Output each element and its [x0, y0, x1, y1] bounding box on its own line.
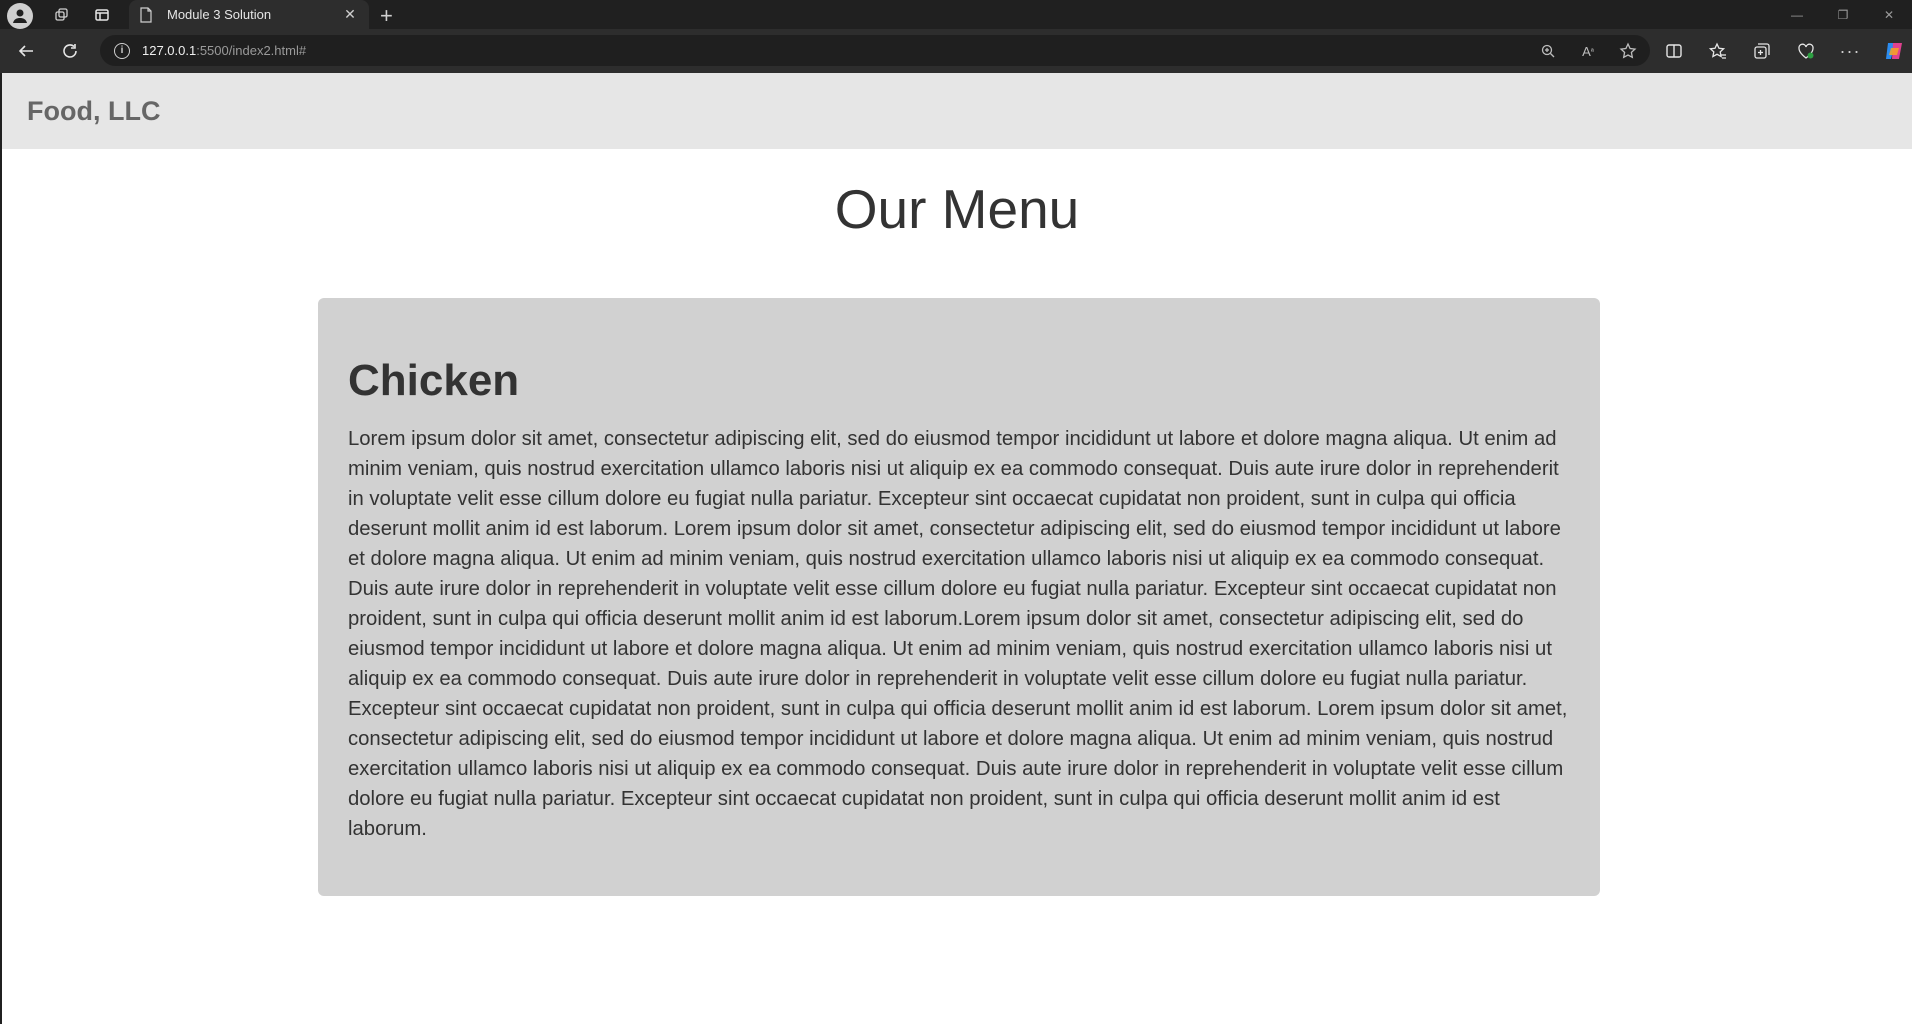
window-controls: — ❐ ✕ [1774, 0, 1912, 29]
active-tab[interactable]: Module 3 Solution ✕ [129, 0, 369, 29]
page-icon [139, 6, 155, 23]
reload-icon[interactable] [58, 39, 82, 63]
menu-section-chicken: Chicken Lorem ipsum dolor sit amet, cons… [318, 298, 1600, 896]
brand-name: Food, LLC [27, 95, 161, 126]
close-icon[interactable]: ✕ [341, 6, 359, 23]
site-info-icon[interactable]: i [114, 42, 130, 59]
section-body: Lorem ipsum dolor sit amet, consectetur … [348, 428, 1568, 840]
workspaces-icon[interactable] [50, 3, 74, 27]
profile-icon[interactable] [7, 3, 33, 29]
navigation-bar: i 127.0.0.1:5500/index2.html# Aª ··· [0, 29, 1912, 73]
window-close-icon[interactable]: ✕ [1866, 0, 1912, 29]
back-icon[interactable] [14, 39, 38, 63]
favorites-icon[interactable] [1706, 39, 1730, 63]
page-title: Our Menu [834, 178, 1080, 240]
url-text[interactable]: 127.0.0.1:5500/index2.html# [142, 43, 306, 58]
minimize-icon[interactable]: — [1774, 0, 1820, 29]
restore-icon[interactable]: ❐ [1820, 0, 1866, 29]
favorite-star-icon[interactable] [1616, 39, 1640, 63]
tab-strip: Module 3 Solution ✕ + — ❐ ✕ [0, 0, 1912, 29]
section-heading: Chicken [348, 356, 520, 405]
zoom-icon[interactable] [1536, 39, 1560, 63]
copilot-icon[interactable] [1882, 39, 1906, 63]
browser-essentials-icon[interactable] [1794, 39, 1818, 63]
collections-icon[interactable] [1750, 39, 1774, 63]
split-screen-icon[interactable] [1662, 39, 1686, 63]
tab-actions-icon[interactable] [90, 3, 114, 27]
more-icon[interactable]: ··· [1838, 39, 1862, 63]
read-aloud-icon[interactable]: Aª [1576, 39, 1600, 63]
address-bar[interactable]: i 127.0.0.1:5500/index2.html# Aª [100, 35, 1650, 66]
site-header: Food, LLC [2, 73, 1912, 149]
new-tab-icon[interactable]: + [380, 3, 393, 29]
page-viewport: Food, LLC Our Menu Chicken Lorem ipsum d… [2, 73, 1912, 1024]
tab-title: Module 3 Solution [167, 7, 272, 22]
